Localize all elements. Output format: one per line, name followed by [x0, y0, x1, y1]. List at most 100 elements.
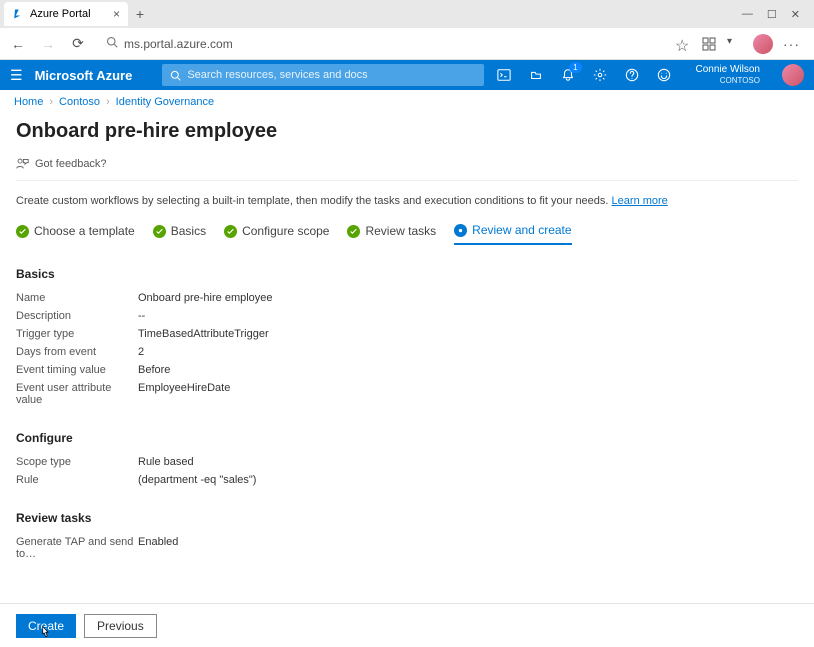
- step-label: Configure scope: [242, 224, 329, 238]
- close-window-icon[interactable]: ✕: [791, 8, 800, 21]
- kv-value: Onboard pre-hire employee: [138, 292, 273, 304]
- kv-key: Description: [16, 310, 138, 322]
- feedback-link[interactable]: Got feedback?: [16, 153, 798, 181]
- step-label: Basics: [171, 224, 206, 238]
- brand-label[interactable]: Microsoft Azure: [35, 68, 133, 83]
- kv-row: Rule(department -eq "sales"): [16, 471, 798, 489]
- create-button[interactable]: Create: [16, 614, 76, 638]
- browser-tab[interactable]: Azure Portal ×: [4, 2, 128, 26]
- breadcrumb: Home › Contoso › Identity Governance: [0, 90, 814, 114]
- kv-value: TimeBasedAttributeTrigger: [138, 328, 269, 340]
- breadcrumb-home[interactable]: Home: [14, 96, 43, 108]
- page-title: Onboard pre-hire employee: [16, 120, 798, 143]
- global-search[interactable]: [162, 64, 483, 86]
- settings-icon[interactable]: [592, 67, 608, 83]
- forward-icon: →: [38, 34, 58, 54]
- browser-profile-avatar[interactable]: [753, 34, 773, 54]
- user-name: Connie Wilson: [696, 64, 760, 75]
- window-controls: — ☐ ✕: [742, 8, 810, 21]
- tab-title: Azure Portal: [30, 8, 91, 20]
- wizard-steps: Choose a template Basics Configure scope…: [16, 223, 798, 245]
- kv-key: Name: [16, 292, 138, 304]
- kv-value: --: [138, 310, 145, 322]
- kv-value: Enabled: [138, 536, 178, 560]
- kv-key: Days from event: [16, 346, 138, 358]
- back-icon[interactable]: ←: [8, 34, 28, 54]
- description-line: Create custom workflows by selecting a b…: [16, 181, 798, 223]
- kv-key: Scope type: [16, 456, 138, 468]
- step-basics[interactable]: Basics: [153, 224, 206, 238]
- step-configure-scope[interactable]: Configure scope: [224, 224, 329, 238]
- browser-nav-bar: ← → ⟳ ms.portal.azure.com ☆ ▾ ···: [0, 28, 814, 60]
- kv-row: Description--: [16, 307, 798, 325]
- kv-row: Event user attribute valueEmployeeHireDa…: [16, 379, 798, 409]
- previous-button[interactable]: Previous: [84, 614, 157, 638]
- basics-section: Basics NameOnboard pre-hire employee Des…: [16, 267, 798, 409]
- check-icon: [224, 225, 237, 238]
- chevron-down-icon[interactable]: ▾: [727, 36, 743, 52]
- learn-more-link[interactable]: Learn more: [612, 195, 668, 207]
- chevron-right-icon: ›: [49, 96, 53, 108]
- person-feedback-icon: [16, 157, 29, 170]
- refresh-icon[interactable]: ⟳: [68, 34, 88, 54]
- main-content: Onboard pre-hire employee Got feedback? …: [0, 114, 814, 647]
- kv-key: Event user attribute value: [16, 382, 138, 406]
- kv-row: Generate TAP and send to…Enabled: [16, 533, 798, 563]
- step-label: Review and create: [472, 223, 571, 237]
- step-review-create[interactable]: Review and create: [454, 223, 571, 245]
- section-title: Basics: [16, 267, 798, 281]
- minimize-icon[interactable]: —: [742, 8, 753, 21]
- help-icon[interactable]: [624, 67, 640, 83]
- section-title: Review tasks: [16, 511, 798, 525]
- breadcrumb-identity-governance[interactable]: Identity Governance: [116, 96, 214, 108]
- kv-value: (department -eq "sales"): [138, 474, 256, 486]
- hamburger-icon[interactable]: ☰: [10, 67, 23, 84]
- maximize-icon[interactable]: ☐: [767, 8, 777, 21]
- more-icon[interactable]: ···: [783, 36, 800, 52]
- kv-key: Generate TAP and send to…: [16, 536, 138, 560]
- description-text: Create custom workflows by selecting a b…: [16, 195, 608, 207]
- kv-value: 2: [138, 346, 144, 358]
- tab-close-icon[interactable]: ×: [113, 7, 120, 21]
- configure-section: Configure Scope typeRule based Rule(depa…: [16, 431, 798, 489]
- kv-value: Before: [138, 364, 170, 376]
- global-search-input[interactable]: [187, 69, 475, 81]
- kv-row: Days from event2: [16, 343, 798, 361]
- review-tasks-section: Review tasks Generate TAP and send to…En…: [16, 511, 798, 563]
- user-avatar[interactable]: [782, 64, 804, 86]
- search-icon: [106, 36, 118, 51]
- feedback-label: Got feedback?: [35, 158, 107, 170]
- kv-key: Trigger type: [16, 328, 138, 340]
- azure-top-bar: ☰ Microsoft Azure 1 Connie Wilson CONTOS…: [0, 60, 814, 90]
- kv-row: Event timing valueBefore: [16, 361, 798, 379]
- kv-row: Scope typeRule based: [16, 453, 798, 471]
- check-icon: [347, 225, 360, 238]
- user-menu[interactable]: Connie Wilson CONTOSO: [696, 64, 760, 86]
- kv-row: Trigger typeTimeBasedAttributeTrigger: [16, 325, 798, 343]
- active-step-icon: [454, 224, 467, 237]
- chevron-right-icon: ›: [106, 96, 110, 108]
- step-review-tasks[interactable]: Review tasks: [347, 224, 436, 238]
- directories-icon[interactable]: [528, 67, 544, 83]
- url-text: ms.portal.azure.com: [124, 37, 233, 51]
- cloud-shell-icon[interactable]: [496, 67, 512, 83]
- url-bar[interactable]: ms.portal.azure.com: [98, 36, 665, 51]
- user-org: CONTOSO: [720, 75, 760, 86]
- check-icon: [153, 225, 166, 238]
- wizard-footer: Create Previous: [0, 603, 814, 647]
- favorite-icon[interactable]: ☆: [675, 36, 691, 52]
- check-icon: [16, 225, 29, 238]
- step-label: Choose a template: [34, 224, 135, 238]
- breadcrumb-contoso[interactable]: Contoso: [59, 96, 100, 108]
- new-tab-button[interactable]: +: [128, 6, 152, 22]
- kv-value: Rule based: [138, 456, 194, 468]
- step-label: Review tasks: [365, 224, 436, 238]
- kv-value: EmployeeHireDate: [138, 382, 230, 406]
- azure-favicon: [12, 8, 24, 20]
- section-title: Configure: [16, 431, 798, 445]
- kv-row: NameOnboard pre-hire employee: [16, 289, 798, 307]
- notifications-icon[interactable]: 1: [560, 67, 576, 83]
- step-choose-template[interactable]: Choose a template: [16, 224, 135, 238]
- feedback-icon[interactable]: [656, 67, 672, 83]
- extensions-icon[interactable]: [701, 36, 717, 52]
